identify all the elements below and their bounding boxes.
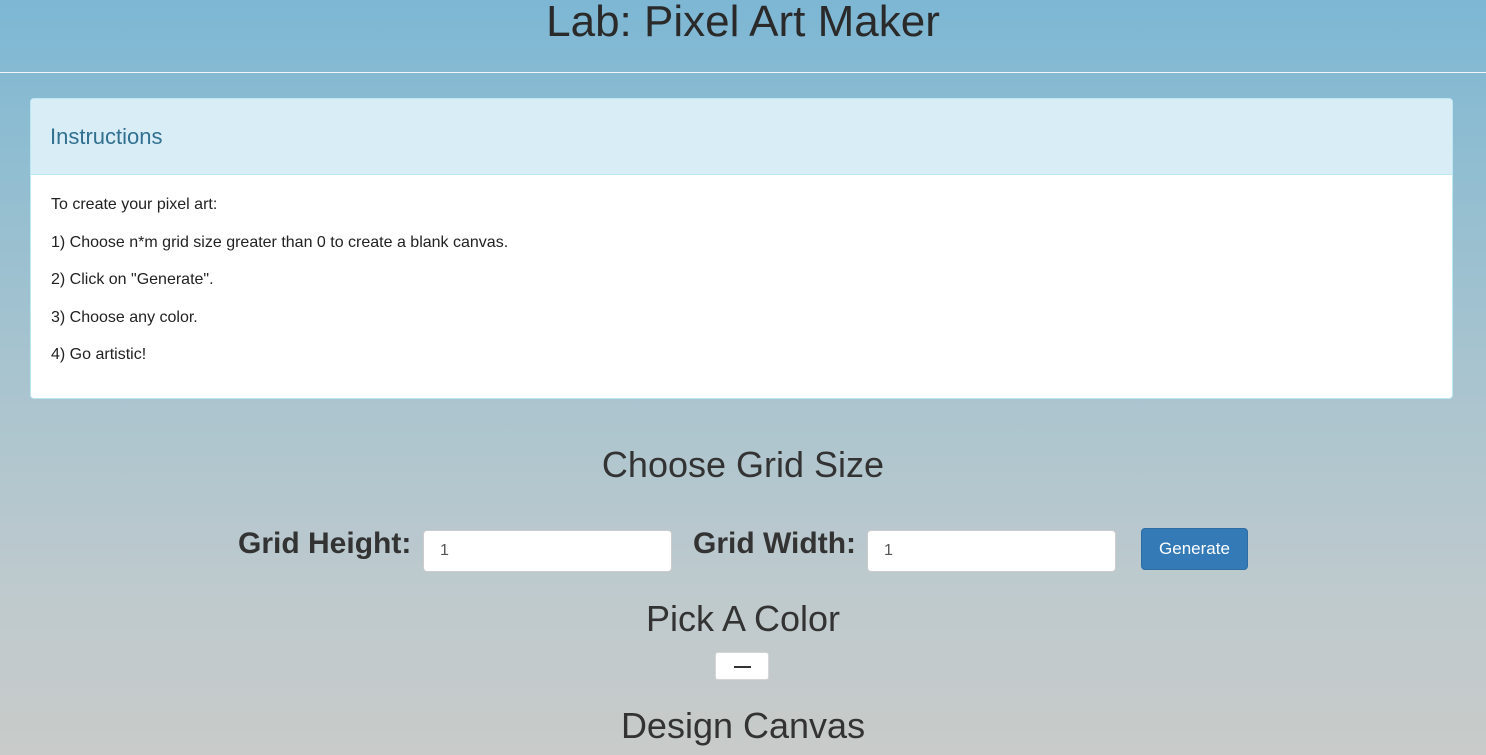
design-canvas-title: Design Canvas [620, 705, 866, 746]
instruction-line: 1) Choose n*m grid size greater than 0 t… [51, 233, 509, 251]
instruction-line: 3) Choose any color. [51, 308, 198, 326]
pick-color-title: Pick A Color [645, 598, 841, 639]
instruction-line: 4) Go artistic! [51, 346, 147, 363]
generate-button[interactable]: Generate [1141, 528, 1248, 570]
color-picker[interactable] [715, 652, 769, 680]
instruction-line: To create your pixel art: [51, 196, 218, 213]
header-divider [0, 72, 1486, 73]
color-swatch-preview [734, 666, 751, 668]
instructions-body: To create your pixel art: 1) Choose n*m … [31, 175, 1452, 398]
instructions-panel-heading: Instructions [31, 99, 1452, 175]
instructions-panel: Instructions To create your pixel art: 1… [30, 98, 1453, 399]
grid-size-title: Choose Grid Size [601, 444, 885, 485]
grid-width-input[interactable] [867, 530, 1116, 572]
instructions-heading: Instructions [50, 124, 163, 149]
instruction-line: 2) Click on "Generate". [51, 271, 214, 288]
grid-width-label: Grid Width: [693, 527, 857, 560]
grid-height-label: Grid Height: [238, 527, 412, 560]
page-title: Lab: Pixel Art Maker [546, 0, 940, 46]
grid-height-input[interactable] [423, 530, 672, 572]
